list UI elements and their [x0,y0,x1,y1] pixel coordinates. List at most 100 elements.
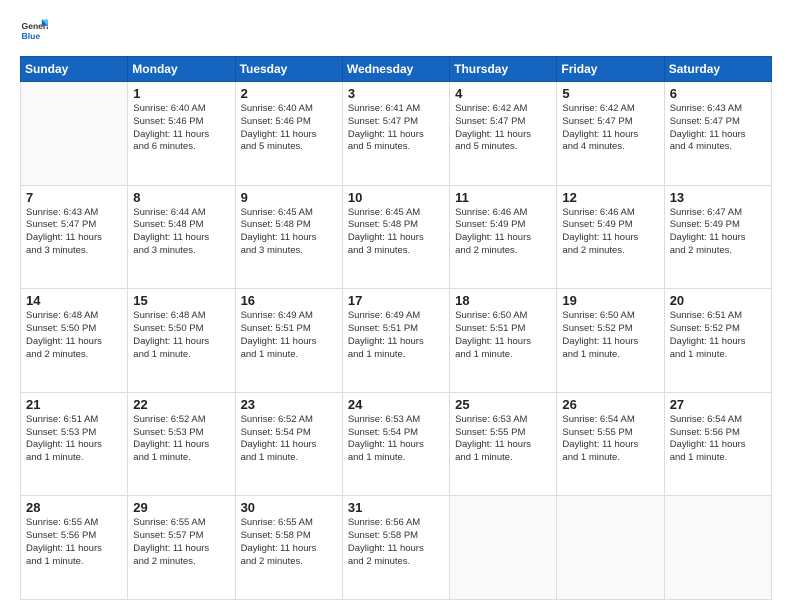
day-info: Sunrise: 6:42 AM Sunset: 5:47 PM Dayligh… [562,103,658,154]
calendar-day-10: 10 Sunrise: 6:45 AM Sunset: 5:48 PM Dayli… [342,185,449,289]
calendar-day-9: 9 Sunrise: 6:45 AM Sunset: 5:48 PM Daylig… [235,185,342,289]
calendar-day-28: 28 Sunrise: 6:55 AM Sunset: 5:56 PM Dayli… [21,496,128,600]
day-number: 7 [26,190,122,205]
calendar-table: SundayMondayTuesdayWednesdayThursdayFrid… [20,56,772,600]
calendar-day-8: 8 Sunrise: 6:44 AM Sunset: 5:48 PM Daylig… [128,185,235,289]
day-number: 6 [670,86,766,101]
day-info: Sunrise: 6:51 AM Sunset: 5:52 PM Dayligh… [670,310,766,361]
calendar-day-14: 14Sunrise: 6:48 AM Sunset: 5:50 PM Dayli… [21,289,128,393]
day-number: 1 [133,86,229,101]
day-header-wednesday: Wednesday [342,57,449,82]
day-info: Sunrise: 6:51 AM Sunset: 5:53 PM Dayligh… [26,414,122,465]
day-number: 8 [133,190,229,205]
day-number: 26 [562,397,658,412]
day-header-tuesday: Tuesday [235,57,342,82]
day-info: Sunrise: 6:53 AM Sunset: 5:54 PM Dayligh… [348,414,444,465]
day-info: Sunrise: 6:55 AM Sunset: 5:56 PM Dayligh… [26,517,122,568]
logo-icon: General Blue [20,18,48,46]
calendar-empty-cell [450,496,557,600]
day-info: Sunrise: 6:44 AM Sunset: 5:48 PM Dayligh… [133,207,229,258]
day-number: 9 [241,190,337,205]
day-number: 10 [348,190,444,205]
day-header-monday: Monday [128,57,235,82]
day-info: Sunrise: 6:42 AM Sunset: 5:47 PM Dayligh… [455,103,551,154]
calendar-day-29: 29 Sunrise: 6:55 AM Sunset: 5:57 PM Dayli… [128,496,235,600]
day-info: Sunrise: 6:45 AM Sunset: 5:48 PM Dayligh… [348,207,444,258]
day-number: 5 [562,86,658,101]
calendar-day-21: 21 Sunrise: 6:51 AM Sunset: 5:53 PM Dayli… [21,392,128,496]
day-info: Sunrise: 6:50 AM Sunset: 5:52 PM Dayligh… [562,310,658,361]
day-info: Sunrise: 6:54 AM Sunset: 5:55 PM Dayligh… [562,414,658,465]
logo: General Blue [20,18,48,46]
day-info: Sunrise: 6:46 AM Sunset: 5:49 PM Dayligh… [562,207,658,258]
day-number: 28 [26,500,122,515]
day-info: Sunrise: 6:43 AM Sunset: 5:47 PM Dayligh… [670,103,766,154]
calendar-day-12: 12Sunrise: 6:46 AM Sunset: 5:49 PM Dayli… [557,185,664,289]
calendar-day-26: 26 Sunrise: 6:54 AM Sunset: 5:55 PM Dayli… [557,392,664,496]
day-info: Sunrise: 6:43 AM Sunset: 5:47 PM Dayligh… [26,207,122,258]
calendar-day-3: 3 Sunrise: 6:41 AM Sunset: 5:47 PM Daylig… [342,82,449,186]
day-info: Sunrise: 6:48 AM Sunset: 5:50 PM Dayligh… [133,310,229,361]
day-number: 4 [455,86,551,101]
day-number: 2 [241,86,337,101]
calendar-empty-cell [21,82,128,186]
calendar-day-22: 22 Sunrise: 6:52 AM Sunset: 5:53 PM Dayli… [128,392,235,496]
day-header-thursday: Thursday [450,57,557,82]
day-info: Sunrise: 6:52 AM Sunset: 5:54 PM Dayligh… [241,414,337,465]
calendar-day-18: 18Sunrise: 6:50 AM Sunset: 5:51 PM Dayli… [450,289,557,393]
calendar-week-row: 21 Sunrise: 6:51 AM Sunset: 5:53 PM Dayli… [21,392,772,496]
calendar-week-row: 14Sunrise: 6:48 AM Sunset: 5:50 PM Dayli… [21,289,772,393]
calendar-day-5: 5 Sunrise: 6:42 AM Sunset: 5:47 PM Daylig… [557,82,664,186]
calendar-week-row: 1 Sunrise: 6:40 AM Sunset: 5:46 PM Daylig… [21,82,772,186]
day-number: 20 [670,293,766,308]
day-info: Sunrise: 6:41 AM Sunset: 5:47 PM Dayligh… [348,103,444,154]
day-number: 31 [348,500,444,515]
calendar-header-row: SundayMondayTuesdayWednesdayThursdayFrid… [21,57,772,82]
day-header-sunday: Sunday [21,57,128,82]
calendar-day-27: 27 Sunrise: 6:54 AM Sunset: 5:56 PM Dayli… [664,392,771,496]
day-info: Sunrise: 6:53 AM Sunset: 5:55 PM Dayligh… [455,414,551,465]
day-info: Sunrise: 6:55 AM Sunset: 5:58 PM Dayligh… [241,517,337,568]
calendar-day-17: 17 Sunrise: 6:49 AM Sunset: 5:51 PM Dayli… [342,289,449,393]
day-info: Sunrise: 6:54 AM Sunset: 5:56 PM Dayligh… [670,414,766,465]
day-number: 17 [348,293,444,308]
day-number: 30 [241,500,337,515]
calendar-day-2: 2Sunrise: 6:40 AM Sunset: 5:46 PM Daylig… [235,82,342,186]
day-info: Sunrise: 6:55 AM Sunset: 5:57 PM Dayligh… [133,517,229,568]
day-info: Sunrise: 6:47 AM Sunset: 5:49 PM Dayligh… [670,207,766,258]
day-info: Sunrise: 6:49 AM Sunset: 5:51 PM Dayligh… [348,310,444,361]
day-header-friday: Friday [557,57,664,82]
day-number: 24 [348,397,444,412]
day-info: Sunrise: 6:46 AM Sunset: 5:49 PM Dayligh… [455,207,551,258]
calendar-day-1: 1 Sunrise: 6:40 AM Sunset: 5:46 PM Daylig… [128,82,235,186]
day-number: 3 [348,86,444,101]
day-number: 27 [670,397,766,412]
calendar-empty-cell [557,496,664,600]
calendar-day-6: 6 Sunrise: 6:43 AM Sunset: 5:47 PM Daylig… [664,82,771,186]
day-number: 21 [26,397,122,412]
day-info: Sunrise: 6:52 AM Sunset: 5:53 PM Dayligh… [133,414,229,465]
calendar-day-25: 25Sunrise: 6:53 AM Sunset: 5:55 PM Dayli… [450,392,557,496]
calendar-day-24: 24 Sunrise: 6:53 AM Sunset: 5:54 PM Dayli… [342,392,449,496]
calendar-day-4: 4 Sunrise: 6:42 AM Sunset: 5:47 PM Daylig… [450,82,557,186]
calendar-day-7: 7 Sunrise: 6:43 AM Sunset: 5:47 PM Daylig… [21,185,128,289]
day-number: 13 [670,190,766,205]
header: General Blue [20,18,772,46]
day-info: Sunrise: 6:45 AM Sunset: 5:48 PM Dayligh… [241,207,337,258]
day-number: 11 [455,190,551,205]
day-info: Sunrise: 6:40 AM Sunset: 5:46 PM Dayligh… [133,103,229,154]
day-number: 23 [241,397,337,412]
day-number: 19 [562,293,658,308]
day-number: 16 [241,293,337,308]
day-info: Sunrise: 6:48 AM Sunset: 5:50 PM Dayligh… [26,310,122,361]
day-number: 22 [133,397,229,412]
page: General Blue SundayMondayTuesdayWednesda… [0,0,792,612]
calendar-day-15: 15Sunrise: 6:48 AM Sunset: 5:50 PM Dayli… [128,289,235,393]
calendar-week-row: 7 Sunrise: 6:43 AM Sunset: 5:47 PM Daylig… [21,185,772,289]
calendar-day-30: 30 Sunrise: 6:55 AM Sunset: 5:58 PM Dayli… [235,496,342,600]
calendar-day-19: 19 Sunrise: 6:50 AM Sunset: 5:52 PM Dayli… [557,289,664,393]
day-number: 29 [133,500,229,515]
day-header-saturday: Saturday [664,57,771,82]
calendar-day-20: 20 Sunrise: 6:51 AM Sunset: 5:52 PM Dayli… [664,289,771,393]
calendar-week-row: 28 Sunrise: 6:55 AM Sunset: 5:56 PM Dayli… [21,496,772,600]
